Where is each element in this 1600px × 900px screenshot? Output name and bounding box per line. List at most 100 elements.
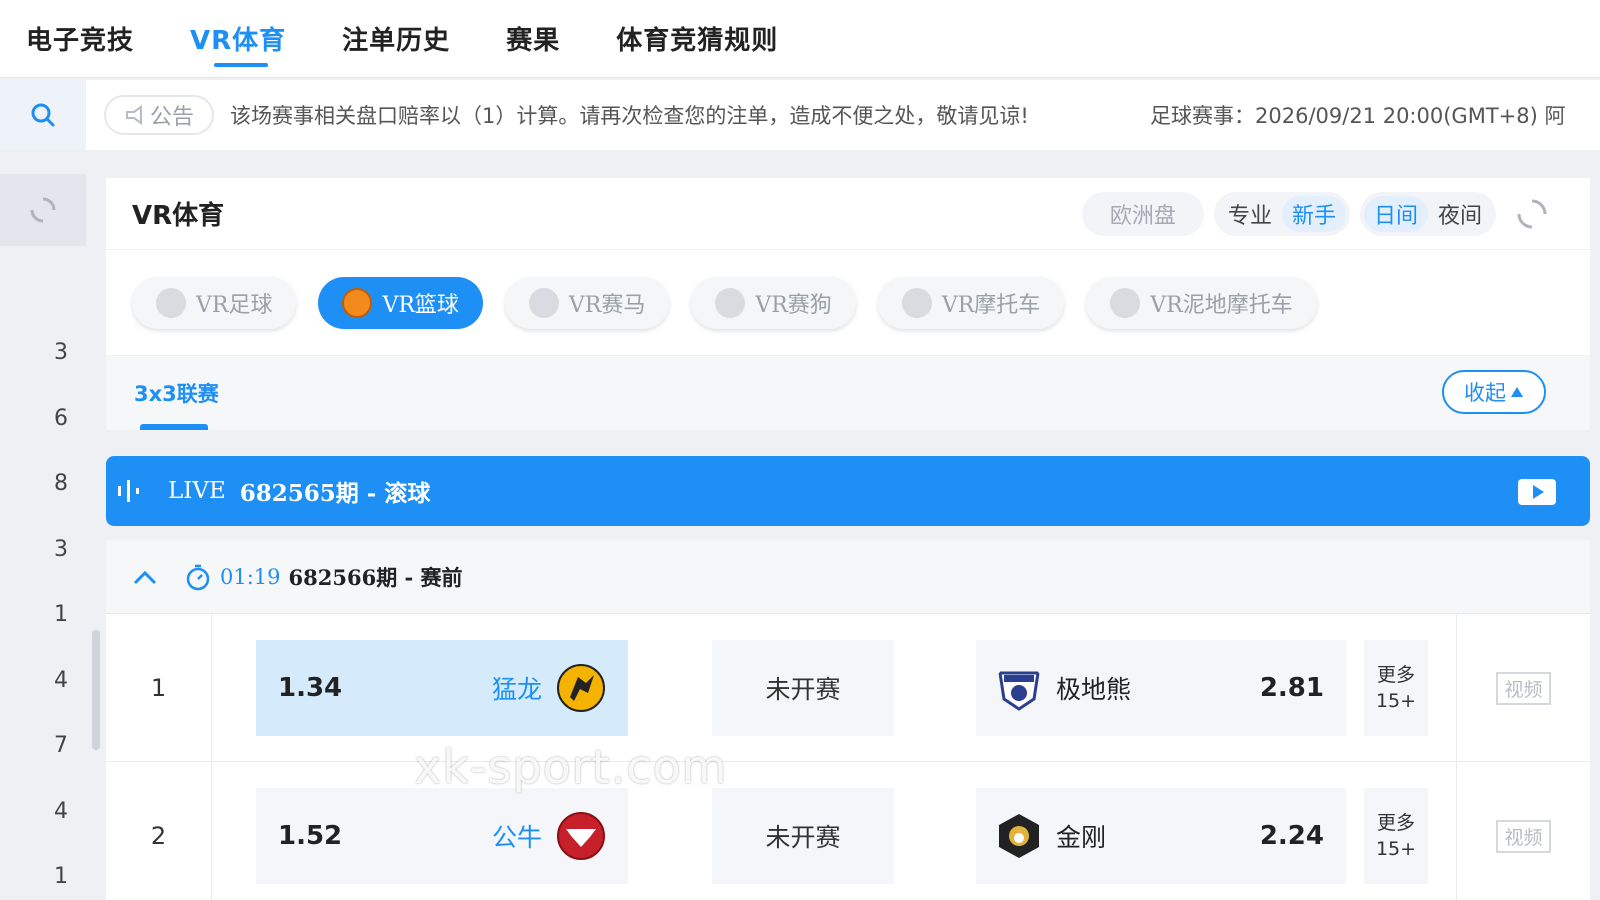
search-icon bbox=[31, 103, 55, 127]
kong-logo-icon bbox=[999, 814, 1039, 858]
rail-number: 4 bbox=[54, 798, 68, 824]
collapse-label: 收起 bbox=[1464, 381, 1506, 405]
notice-tag: 公告 bbox=[104, 95, 214, 135]
tab-label: VR赛马 bbox=[568, 292, 646, 318]
header-controls: 欧洲盘 专业 新手 日间 夜间 bbox=[1081, 191, 1590, 236]
basketball-icon bbox=[342, 287, 373, 318]
away-odds: 2.24 bbox=[1259, 821, 1324, 851]
theme-toggle: 日间 夜间 bbox=[1359, 191, 1496, 236]
live-label: LIVE bbox=[168, 478, 226, 504]
tab-vr-basketball[interactable]: VR篮球 bbox=[318, 276, 483, 329]
tab-vr-football[interactable]: VR足球 bbox=[132, 276, 297, 329]
rail-number: 3 bbox=[54, 536, 68, 562]
mode-beginner-option[interactable]: 新手 bbox=[1281, 195, 1346, 232]
horse-icon bbox=[528, 287, 559, 318]
home-odds-button[interactable]: 1.52 公牛 bbox=[256, 788, 628, 884]
countdown-timer: 01:19 bbox=[220, 564, 281, 589]
rail-number: 8 bbox=[54, 471, 68, 496]
notice-text-secondary: 足球赛事：2026/09/21 20:00(GMT+8) 阿 bbox=[1150, 104, 1566, 128]
motorcycle-icon bbox=[901, 287, 932, 318]
nav-results[interactable]: 赛果 bbox=[506, 20, 560, 57]
match-status: 未开赛 bbox=[712, 640, 894, 736]
theme-night-option[interactable]: 夜间 bbox=[1428, 196, 1492, 232]
left-rail: 3 6 8 3 1 4 7 4 1 bbox=[0, 150, 86, 900]
refresh-icon bbox=[30, 197, 56, 223]
rail-number: 1 bbox=[54, 864, 68, 889]
live-signal-icon bbox=[118, 480, 139, 502]
chevron-up-icon[interactable] bbox=[132, 568, 158, 586]
live-bar[interactable]: LIVE 682565期 - 滚球 bbox=[106, 456, 1590, 526]
rail-number: 4 bbox=[54, 667, 68, 693]
tab-vr-motorcycle[interactable]: VR摩托车 bbox=[877, 276, 1065, 329]
theme-day-option[interactable]: 日间 bbox=[1363, 195, 1428, 232]
league-tab-indicator bbox=[140, 424, 208, 430]
match-status: 未开赛 bbox=[712, 788, 894, 884]
video-button[interactable]: 视频 bbox=[1496, 671, 1551, 705]
away-team-name: 金刚 bbox=[1056, 823, 1107, 852]
more-count: 15+ bbox=[1375, 690, 1417, 712]
football-icon bbox=[156, 287, 186, 318]
video-cell: 视频 bbox=[1456, 614, 1590, 762]
home-team-name: 公牛 bbox=[491, 823, 542, 852]
live-period: 682565期 - 滚球 bbox=[239, 480, 431, 507]
panel-header: VR体育 欧洲盘 专业 新手 日间 夜间 bbox=[106, 178, 1590, 250]
away-odds-button[interactable]: 金刚 2.24 bbox=[976, 788, 1346, 884]
rail-refresh-button[interactable] bbox=[0, 174, 86, 246]
away-team-name: 极地熊 bbox=[1056, 675, 1132, 704]
video-cell: 视频 bbox=[1456, 762, 1590, 900]
dog-icon bbox=[715, 287, 746, 318]
tab-vr-horse-racing[interactable]: VR赛马 bbox=[504, 276, 670, 329]
league-tab-3x3[interactable]: 3x3联赛 bbox=[134, 378, 219, 408]
sport-tabs: VR足球 VR篮球 VR赛马 VR赛狗 VR摩托车 VR泥地摩托车 bbox=[106, 250, 1590, 356]
mode-toggle: 专业 新手 bbox=[1213, 191, 1350, 236]
nav-vr-sports[interactable]: VR体育 bbox=[190, 20, 286, 67]
vr-sports-panel: VR体育 欧洲盘 专业 新手 日间 夜间 VR足球 VR篮球 VR赛马 VR赛狗… bbox=[106, 178, 1590, 430]
league-row: 3x3联赛 收起 bbox=[106, 356, 1590, 430]
tab-label: VR摩托车 bbox=[941, 292, 1041, 318]
match-index: 2 bbox=[106, 762, 212, 900]
home-team-name: 猛龙 bbox=[491, 675, 542, 704]
notice-text: 该场赛事相关盘口赔率以（1）计算。请再次检查您的注单，造成不便之处，敬请见谅! bbox=[230, 104, 1029, 128]
mode-pro-option[interactable]: 专业 bbox=[1218, 196, 1282, 232]
notice-tag-label: 公告 bbox=[149, 105, 194, 130]
rail-number-list: 3 6 8 3 1 4 7 4 1 bbox=[0, 340, 86, 900]
rail-number: 6 bbox=[54, 405, 68, 431]
tab-label: VR赛狗 bbox=[755, 292, 832, 318]
rail-number: 3 bbox=[54, 340, 68, 365]
more-count: 15+ bbox=[1375, 838, 1417, 860]
search-button[interactable] bbox=[0, 80, 86, 150]
rail-scrollbar[interactable] bbox=[92, 630, 100, 750]
rail-number: 1 bbox=[54, 602, 68, 627]
tab-vr-dog-racing[interactable]: VR赛狗 bbox=[691, 276, 856, 329]
watermark: xk-sport.com bbox=[414, 740, 728, 794]
collapse-button[interactable]: 收起 bbox=[1442, 370, 1546, 414]
tab-label: VR泥地摩托车 bbox=[1150, 292, 1293, 318]
upcoming-matches: 01:19 682566期 - 赛前 1 1.34 猛龙 未开赛 极地熊 2.8… bbox=[106, 540, 1590, 900]
more-label: 更多 bbox=[1376, 812, 1415, 834]
table-row: 2 1.52 公牛 未开赛 金刚 2.24 更多 15+ 视频 bbox=[106, 762, 1590, 900]
megaphone-icon bbox=[125, 105, 142, 125]
more-markets-button[interactable]: 更多 15+ bbox=[1364, 788, 1428, 884]
away-odds-button[interactable]: 极地熊 2.81 bbox=[976, 640, 1346, 736]
home-odds: 1.52 bbox=[278, 821, 343, 851]
tab-label: VR足球 bbox=[196, 292, 273, 318]
page-title: VR体育 bbox=[132, 201, 225, 231]
notice-bar: 公告 该场赛事相关盘口赔率以（1）计算。请再次检查您的注单，造成不便之处，敬请见… bbox=[0, 80, 1600, 150]
home-odds-button[interactable]: 1.34 猛龙 bbox=[256, 640, 628, 736]
odds-type-select[interactable]: 欧洲盘 bbox=[1081, 191, 1204, 236]
polar-bears-logo-icon bbox=[998, 671, 1040, 711]
refresh-icon[interactable] bbox=[1514, 196, 1550, 232]
more-markets-button[interactable]: 更多 15+ bbox=[1364, 640, 1428, 736]
play-video-icon[interactable] bbox=[1518, 479, 1556, 505]
nav-esports[interactable]: 电子竞技 bbox=[26, 20, 134, 57]
tab-vr-dirt-bike[interactable]: VR泥地摩托车 bbox=[1086, 276, 1317, 329]
nav-rules[interactable]: 体育竞猜规则 bbox=[616, 20, 778, 57]
more-label: 更多 bbox=[1376, 664, 1415, 686]
triangle-up-icon bbox=[1511, 387, 1523, 397]
upcoming-header[interactable]: 01:19 682566期 - 赛前 bbox=[106, 540, 1590, 614]
raptors-logo-icon bbox=[557, 664, 605, 712]
tab-label: VR篮球 bbox=[382, 292, 459, 318]
match-index: 1 bbox=[106, 614, 212, 762]
video-button[interactable]: 视频 bbox=[1496, 819, 1551, 853]
nav-bet-history[interactable]: 注单历史 bbox=[342, 20, 450, 57]
